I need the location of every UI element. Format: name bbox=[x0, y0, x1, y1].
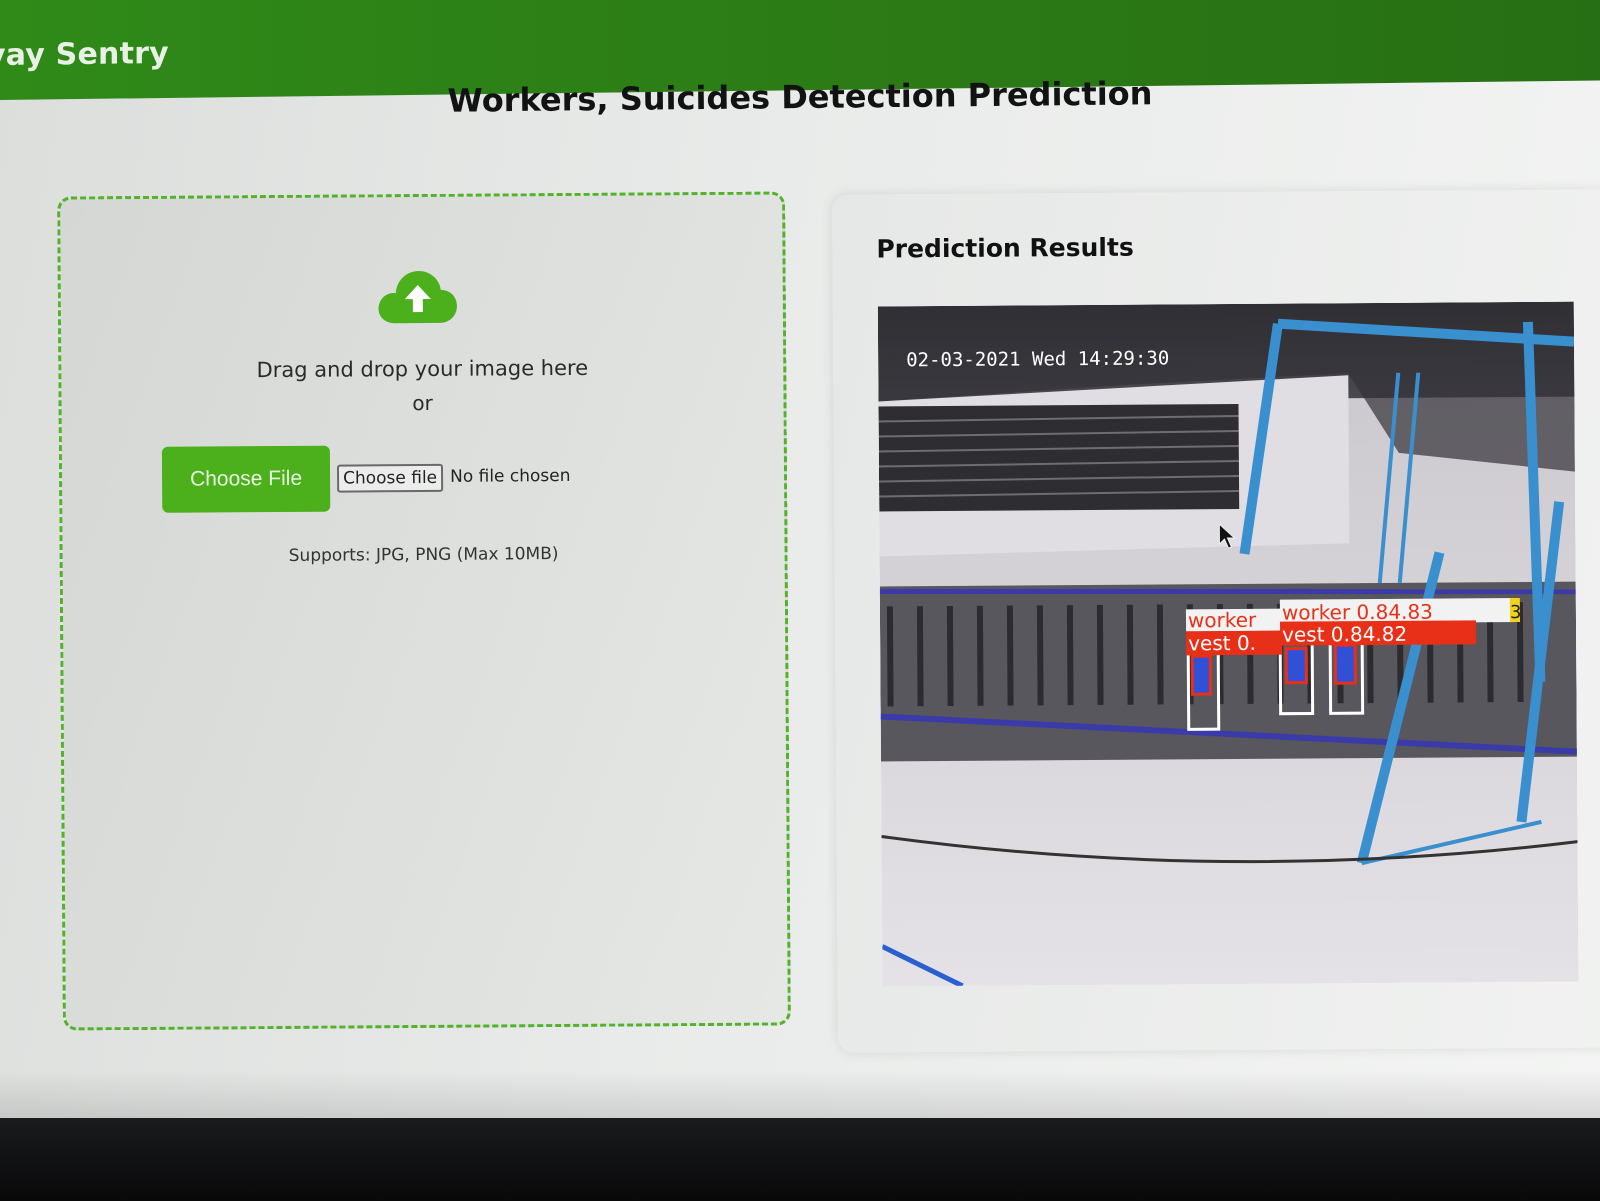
or-text: or bbox=[412, 390, 433, 416]
vest-box-1 bbox=[1190, 654, 1213, 696]
label-extra: 3 bbox=[1510, 602, 1522, 623]
upload-dropzone[interactable]: Drag and drop your image here or Choose … bbox=[57, 191, 791, 1031]
cloud-upload-icon bbox=[378, 271, 457, 324]
app-screen: vay Sentry Workers, Suicides Detection P… bbox=[0, 0, 1600, 1125]
supported-formats-text: Supports: JPG, PNG (Max 10MB) bbox=[288, 544, 559, 566]
prediction-results-card: Prediction Results 02-03-2021 Wed 14:29:… bbox=[832, 189, 1600, 1053]
camera-timestamp: 02-03-2021 Wed 14:29:30 bbox=[906, 347, 1169, 371]
prediction-result-image: 02-03-2021 Wed 14:29:30 worker worker 0.… bbox=[877, 301, 1579, 987]
label-vest-1: vest 0. bbox=[1188, 631, 1256, 655]
results-title: Prediction Results bbox=[876, 232, 1134, 264]
choose-file-button[interactable]: Choose File bbox=[161, 445, 331, 513]
detection-scene: 02-03-2021 Wed 14:29:30 worker worker 0.… bbox=[877, 301, 1579, 987]
screen-shadow bbox=[0, 1070, 1600, 1125]
vest-box-2 bbox=[1284, 646, 1308, 685]
label-vest-2: vest 0.84.82 bbox=[1282, 622, 1407, 647]
native-file-input-button[interactable]: Choose file bbox=[336, 463, 444, 493]
vest-box-3 bbox=[1333, 643, 1357, 685]
file-status-text: No file chosen bbox=[449, 465, 571, 487]
label-worker-1: worker bbox=[1188, 608, 1257, 632]
monitor-bezel bbox=[0, 1118, 1600, 1201]
drag-drop-text: Drag and drop your image here bbox=[256, 355, 589, 383]
app-brand[interactable]: vay Sentry bbox=[0, 36, 169, 73]
